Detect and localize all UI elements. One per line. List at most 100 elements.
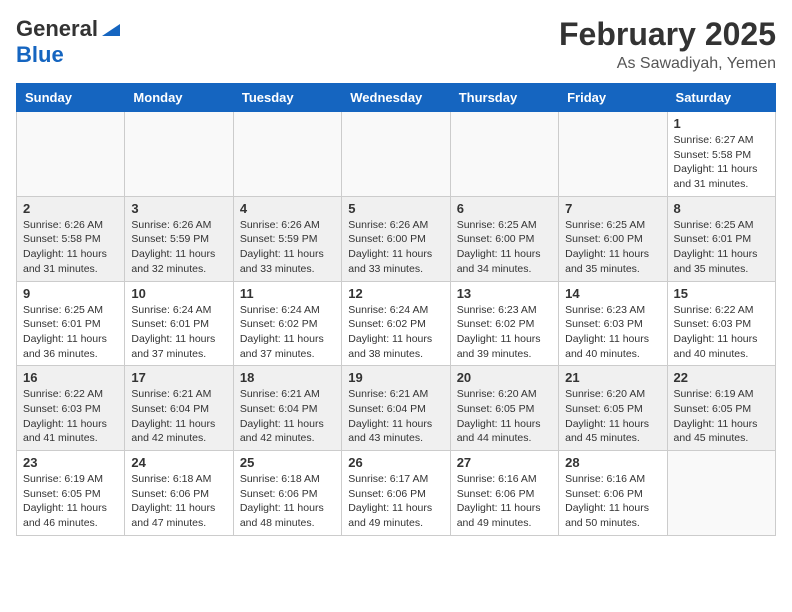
logo-blue: Blue: [16, 42, 64, 67]
day-info: Sunrise: 6:25 AMSunset: 6:00 PMDaylight:…: [457, 218, 552, 277]
calendar-week-row: 23 Sunrise: 6:19 AMSunset: 6:05 PMDaylig…: [17, 451, 776, 536]
calendar-header-thursday: Thursday: [450, 84, 558, 112]
day-number: 9: [23, 286, 118, 301]
day-info: Sunrise: 6:22 AMSunset: 6:03 PMDaylight:…: [23, 387, 118, 446]
calendar-week-row: 1 Sunrise: 6:27 AMSunset: 5:58 PMDayligh…: [17, 112, 776, 197]
logo: General Blue: [16, 16, 122, 68]
calendar-day-cell: 3 Sunrise: 6:26 AMSunset: 5:59 PMDayligh…: [125, 196, 233, 281]
calendar-day-cell: 1 Sunrise: 6:27 AMSunset: 5:58 PMDayligh…: [667, 112, 775, 197]
calendar-day-cell: 21 Sunrise: 6:20 AMSunset: 6:05 PMDaylig…: [559, 366, 667, 451]
day-number: 19: [348, 370, 443, 385]
calendar-day-cell: 20 Sunrise: 6:20 AMSunset: 6:05 PMDaylig…: [450, 366, 558, 451]
calendar-day-cell: 9 Sunrise: 6:25 AMSunset: 6:01 PMDayligh…: [17, 281, 125, 366]
day-info: Sunrise: 6:16 AMSunset: 6:06 PMDaylight:…: [457, 472, 552, 531]
title-block: February 2025 As Sawadiyah, Yemen: [559, 16, 776, 73]
day-info: Sunrise: 6:24 AMSunset: 6:02 PMDaylight:…: [348, 303, 443, 362]
calendar-day-cell: 23 Sunrise: 6:19 AMSunset: 6:05 PMDaylig…: [17, 451, 125, 536]
day-number: 22: [674, 370, 769, 385]
calendar-day-cell: [17, 112, 125, 197]
day-info: Sunrise: 6:23 AMSunset: 6:03 PMDaylight:…: [565, 303, 660, 362]
day-number: 18: [240, 370, 335, 385]
calendar-day-cell: 22 Sunrise: 6:19 AMSunset: 6:05 PMDaylig…: [667, 366, 775, 451]
day-info: Sunrise: 6:24 AMSunset: 6:02 PMDaylight:…: [240, 303, 335, 362]
calendar-day-cell: 7 Sunrise: 6:25 AMSunset: 6:00 PMDayligh…: [559, 196, 667, 281]
calendar-day-cell: [342, 112, 450, 197]
calendar-day-cell: 28 Sunrise: 6:16 AMSunset: 6:06 PMDaylig…: [559, 451, 667, 536]
day-info: Sunrise: 6:18 AMSunset: 6:06 PMDaylight:…: [240, 472, 335, 531]
day-info: Sunrise: 6:16 AMSunset: 6:06 PMDaylight:…: [565, 472, 660, 531]
day-number: 27: [457, 455, 552, 470]
calendar-day-cell: 13 Sunrise: 6:23 AMSunset: 6:02 PMDaylig…: [450, 281, 558, 366]
day-info: Sunrise: 6:18 AMSunset: 6:06 PMDaylight:…: [131, 472, 226, 531]
calendar-header-tuesday: Tuesday: [233, 84, 341, 112]
day-info: Sunrise: 6:26 AMSunset: 5:59 PMDaylight:…: [131, 218, 226, 277]
calendar-week-row: 2 Sunrise: 6:26 AMSunset: 5:58 PMDayligh…: [17, 196, 776, 281]
day-number: 4: [240, 201, 335, 216]
calendar-day-cell: 18 Sunrise: 6:21 AMSunset: 6:04 PMDaylig…: [233, 366, 341, 451]
calendar-header-row: SundayMondayTuesdayWednesdayThursdayFrid…: [17, 84, 776, 112]
calendar-table: SundayMondayTuesdayWednesdayThursdayFrid…: [16, 83, 776, 536]
day-number: 8: [674, 201, 769, 216]
calendar-week-row: 16 Sunrise: 6:22 AMSunset: 6:03 PMDaylig…: [17, 366, 776, 451]
day-info: Sunrise: 6:26 AMSunset: 5:58 PMDaylight:…: [23, 218, 118, 277]
day-info: Sunrise: 6:24 AMSunset: 6:01 PMDaylight:…: [131, 303, 226, 362]
calendar-day-cell: 17 Sunrise: 6:21 AMSunset: 6:04 PMDaylig…: [125, 366, 233, 451]
calendar-day-cell: 8 Sunrise: 6:25 AMSunset: 6:01 PMDayligh…: [667, 196, 775, 281]
calendar-day-cell: [667, 451, 775, 536]
calendar-header-wednesday: Wednesday: [342, 84, 450, 112]
calendar-week-row: 9 Sunrise: 6:25 AMSunset: 6:01 PMDayligh…: [17, 281, 776, 366]
calendar-day-cell: 2 Sunrise: 6:26 AMSunset: 5:58 PMDayligh…: [17, 196, 125, 281]
day-number: 26: [348, 455, 443, 470]
location-title: As Sawadiyah, Yemen: [559, 55, 776, 73]
logo-general: General: [16, 16, 98, 42]
day-info: Sunrise: 6:21 AMSunset: 6:04 PMDaylight:…: [131, 387, 226, 446]
day-number: 13: [457, 286, 552, 301]
calendar-day-cell: [450, 112, 558, 197]
calendar-day-cell: 6 Sunrise: 6:25 AMSunset: 6:00 PMDayligh…: [450, 196, 558, 281]
day-info: Sunrise: 6:25 AMSunset: 6:00 PMDaylight:…: [565, 218, 660, 277]
calendar-day-cell: 15 Sunrise: 6:22 AMSunset: 6:03 PMDaylig…: [667, 281, 775, 366]
day-number: 2: [23, 201, 118, 216]
day-number: 1: [674, 116, 769, 131]
calendar-day-cell: 10 Sunrise: 6:24 AMSunset: 6:01 PMDaylig…: [125, 281, 233, 366]
day-number: 11: [240, 286, 335, 301]
calendar-day-cell: 27 Sunrise: 6:16 AMSunset: 6:06 PMDaylig…: [450, 451, 558, 536]
day-number: 6: [457, 201, 552, 216]
calendar-day-cell: 24 Sunrise: 6:18 AMSunset: 6:06 PMDaylig…: [125, 451, 233, 536]
calendar-day-cell: 14 Sunrise: 6:23 AMSunset: 6:03 PMDaylig…: [559, 281, 667, 366]
day-info: Sunrise: 6:19 AMSunset: 6:05 PMDaylight:…: [23, 472, 118, 531]
calendar-day-cell: [559, 112, 667, 197]
day-number: 21: [565, 370, 660, 385]
day-number: 25: [240, 455, 335, 470]
calendar-day-cell: 26 Sunrise: 6:17 AMSunset: 6:06 PMDaylig…: [342, 451, 450, 536]
day-info: Sunrise: 6:21 AMSunset: 6:04 PMDaylight:…: [348, 387, 443, 446]
calendar-day-cell: 19 Sunrise: 6:21 AMSunset: 6:04 PMDaylig…: [342, 366, 450, 451]
month-title: February 2025: [559, 16, 776, 53]
day-number: 14: [565, 286, 660, 301]
day-info: Sunrise: 6:20 AMSunset: 6:05 PMDaylight:…: [457, 387, 552, 446]
day-number: 3: [131, 201, 226, 216]
day-info: Sunrise: 6:22 AMSunset: 6:03 PMDaylight:…: [674, 303, 769, 362]
calendar-day-cell: 11 Sunrise: 6:24 AMSunset: 6:02 PMDaylig…: [233, 281, 341, 366]
logo-icon: [100, 22, 122, 38]
day-info: Sunrise: 6:26 AMSunset: 5:59 PMDaylight:…: [240, 218, 335, 277]
calendar-day-cell: [233, 112, 341, 197]
day-info: Sunrise: 6:27 AMSunset: 5:58 PMDaylight:…: [674, 133, 769, 192]
day-number: 12: [348, 286, 443, 301]
day-number: 24: [131, 455, 226, 470]
day-info: Sunrise: 6:25 AMSunset: 6:01 PMDaylight:…: [23, 303, 118, 362]
calendar-day-cell: 4 Sunrise: 6:26 AMSunset: 5:59 PMDayligh…: [233, 196, 341, 281]
calendar-day-cell: 16 Sunrise: 6:22 AMSunset: 6:03 PMDaylig…: [17, 366, 125, 451]
day-number: 23: [23, 455, 118, 470]
day-number: 16: [23, 370, 118, 385]
day-number: 7: [565, 201, 660, 216]
day-number: 5: [348, 201, 443, 216]
calendar-day-cell: 5 Sunrise: 6:26 AMSunset: 6:00 PMDayligh…: [342, 196, 450, 281]
calendar-header-monday: Monday: [125, 84, 233, 112]
day-number: 10: [131, 286, 226, 301]
day-number: 15: [674, 286, 769, 301]
day-info: Sunrise: 6:17 AMSunset: 6:06 PMDaylight:…: [348, 472, 443, 531]
calendar-header-sunday: Sunday: [17, 84, 125, 112]
day-info: Sunrise: 6:19 AMSunset: 6:05 PMDaylight:…: [674, 387, 769, 446]
page-header: General Blue February 2025 As Sawadiyah,…: [16, 16, 776, 73]
